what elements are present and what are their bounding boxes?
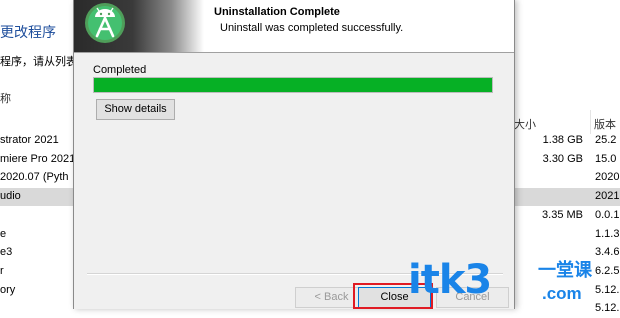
program-version: 25.2 [595, 134, 617, 146]
android-studio-logo-icon [85, 3, 125, 43]
program-name: e3 [0, 246, 13, 258]
watermark-domain: .com [542, 284, 582, 303]
program-version: 0.0.1 [595, 209, 620, 221]
program-name: ory [0, 284, 16, 296]
program-version: 3.4.6 [595, 246, 620, 258]
dialog-banner: Uninstallation Complete Uninstall was co… [74, 0, 514, 53]
program-size: 1.38 GB [542, 134, 583, 146]
program-version: 1.1.3 [595, 228, 620, 240]
program-name: 2020.07 (Pyth [0, 171, 69, 183]
program-name: e [0, 228, 7, 240]
program-version: 2020 [595, 171, 620, 183]
watermark-side: 一堂课 [538, 260, 592, 280]
show-details-button[interactable]: Show details [96, 99, 175, 120]
progress-bar [93, 77, 493, 93]
program-version: 15.0 [595, 153, 617, 165]
program-name: r [0, 265, 4, 277]
dialog-title: Uninstallation Complete [214, 6, 340, 18]
program-name: miere Pro 2021 [0, 153, 76, 165]
progress-fill [94, 78, 492, 92]
program-size: 3.30 GB [542, 153, 583, 165]
status-label: Completed [93, 64, 147, 76]
banner-logo-panel [74, 0, 204, 52]
dialog-subtitle: Uninstall was completed successfully. [220, 22, 404, 34]
program-version: 2021 [595, 190, 620, 202]
column-header-name[interactable]: 称 [0, 90, 11, 106]
program-size: 3.35 MB [542, 209, 583, 221]
watermark-main: itk3 [408, 257, 492, 303]
program-name: udio [0, 190, 21, 202]
page-heading: 更改程序 [0, 24, 56, 40]
program-name: strator 2021 [0, 134, 59, 146]
watermark: itk3 一堂课 .com [408, 258, 620, 309]
